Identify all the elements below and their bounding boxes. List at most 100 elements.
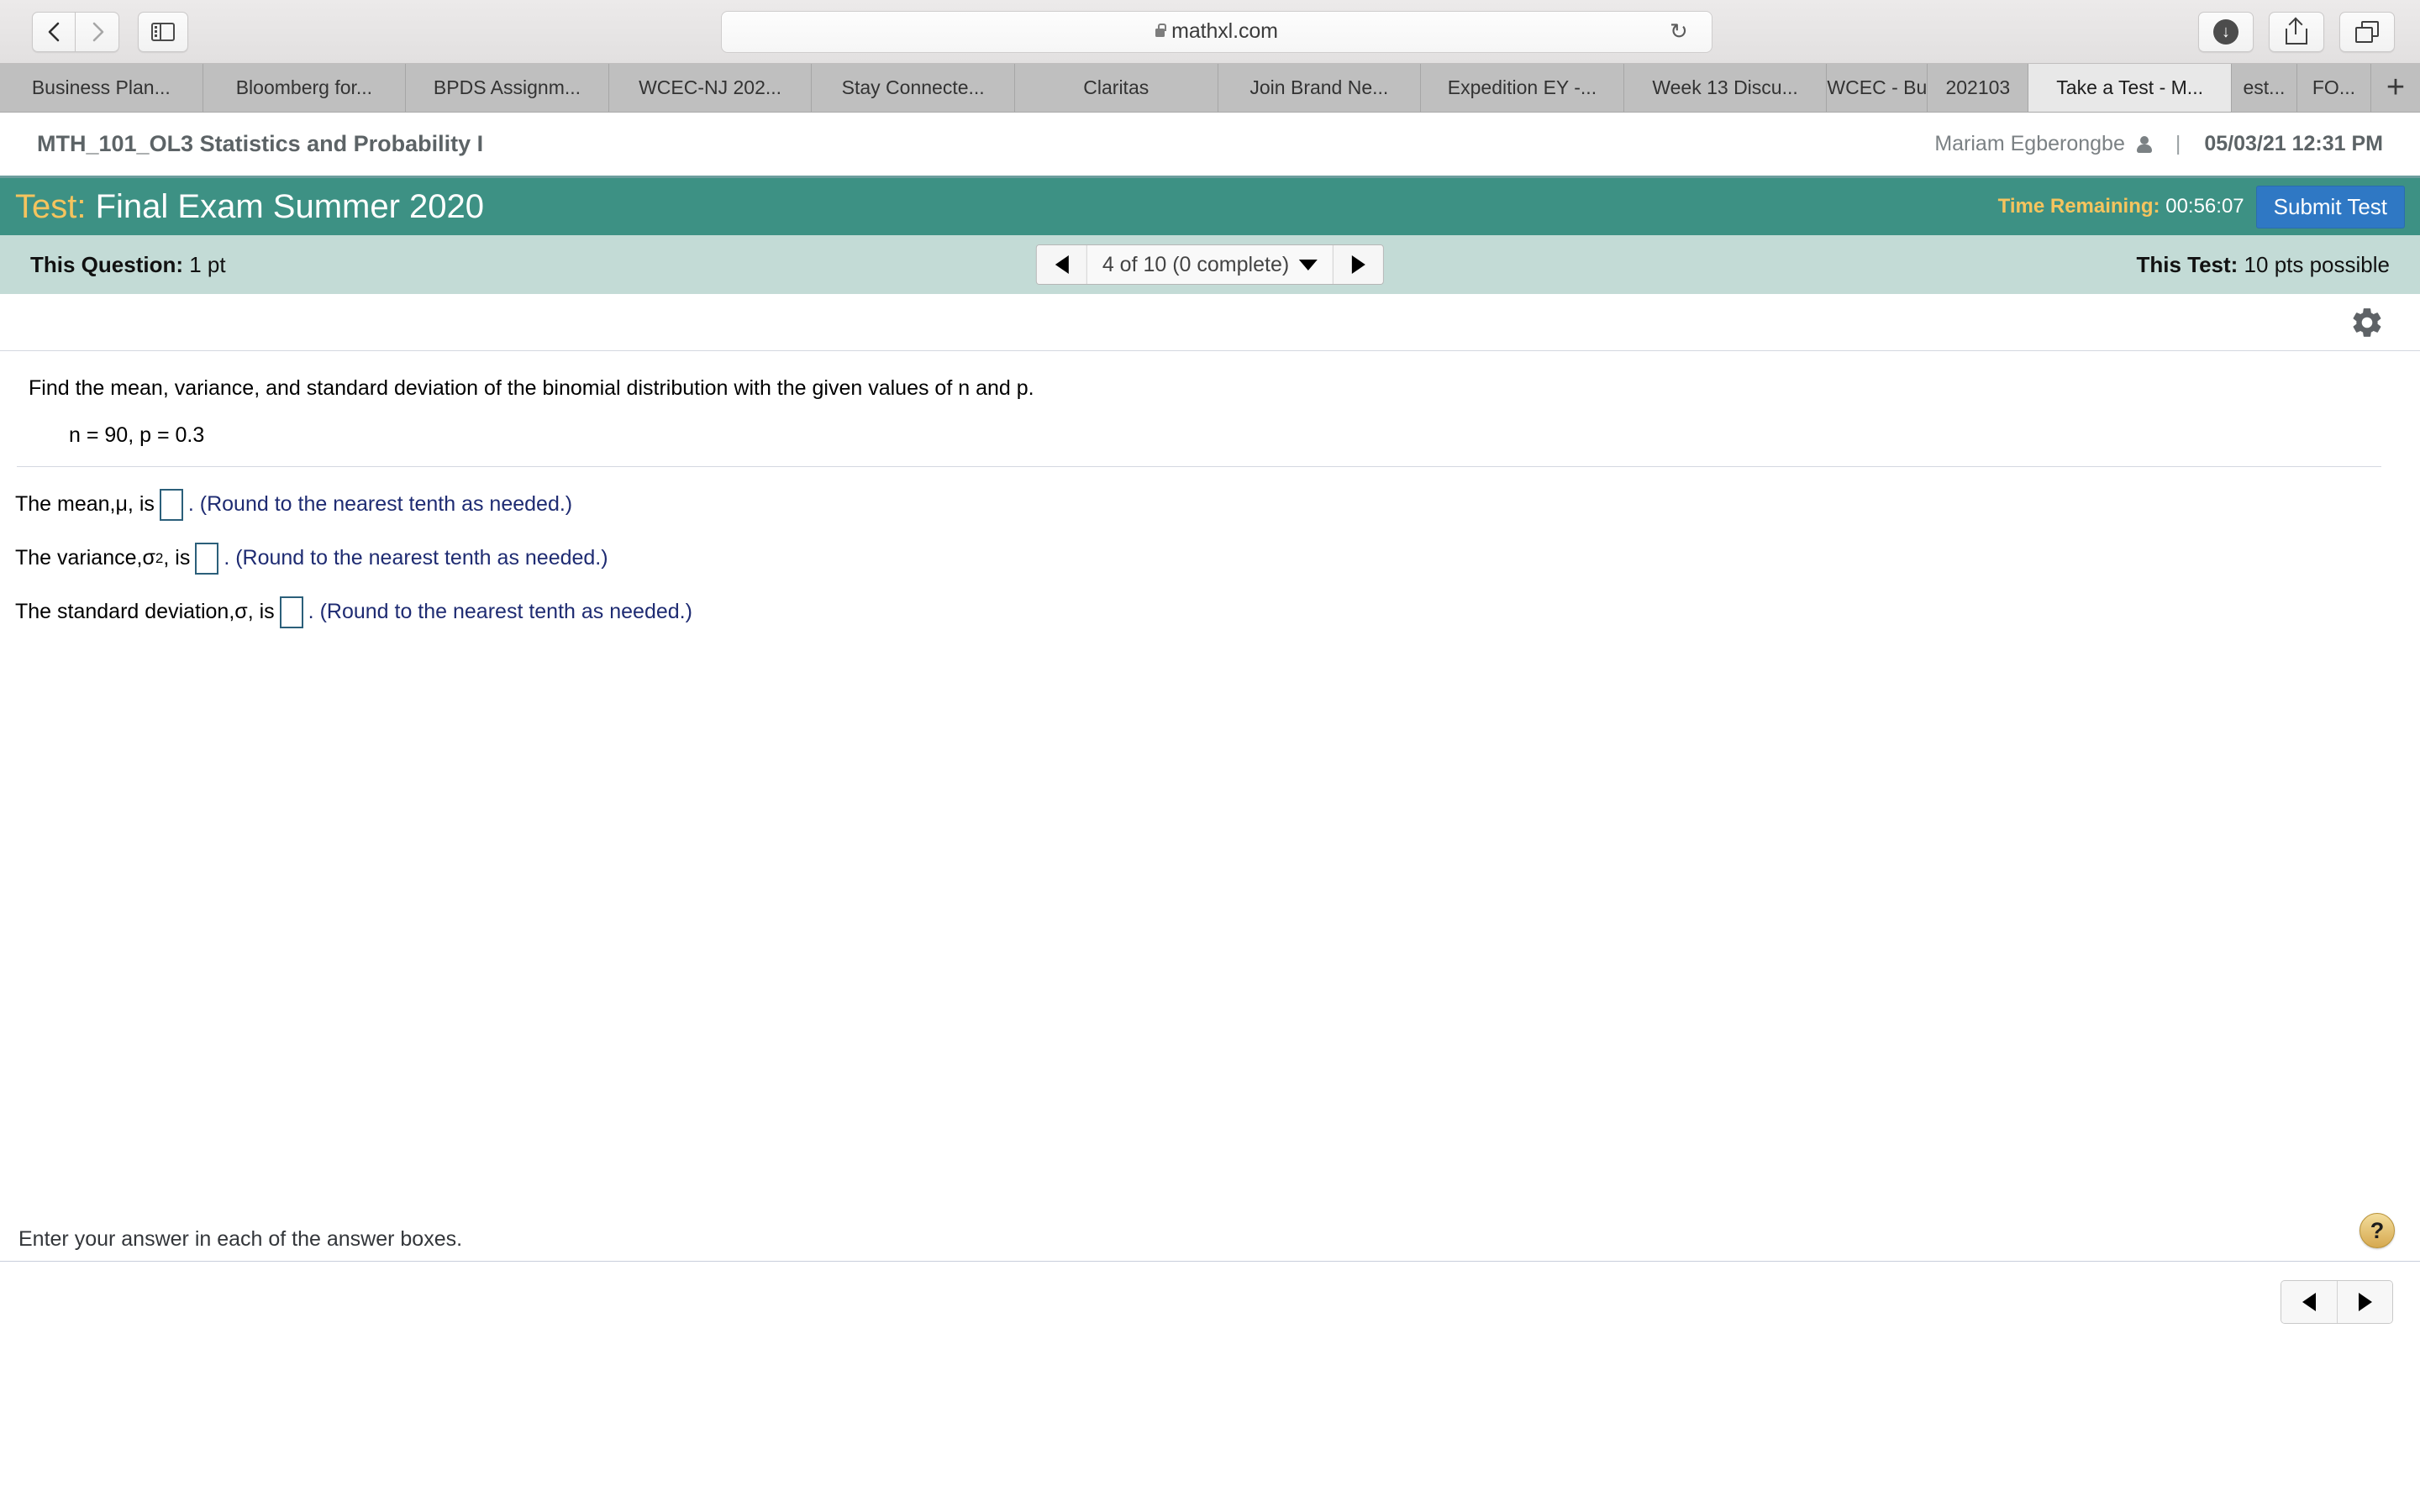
browser-tab[interactable]: BPDS Assignm... (406, 64, 609, 112)
time-remaining-label: Time Remaining: (1997, 195, 2160, 218)
question-content: Find the mean, variance, and standard de… (0, 351, 2420, 1342)
browser-tab[interactable]: WCEC-NJ 202... (609, 64, 813, 112)
back-button[interactable] (32, 11, 76, 52)
test-name: Final Exam Summer 2020 (95, 187, 485, 225)
answer-lead-post: , is (247, 600, 275, 624)
browser-tab[interactable]: Week 13 Discu... (1624, 64, 1828, 112)
browser-tab[interactable]: Expedition EY -... (1421, 64, 1624, 112)
test-points: This Test: 10 pts possible (2136, 252, 2390, 278)
footer-divider (0, 1261, 2420, 1262)
question-points-value: 1 pt (189, 251, 226, 277)
browser-tab-strip: Business Plan... Bloomberg for... BPDS A… (0, 64, 2420, 113)
pager-label: 4 of 10 (0 complete) (1102, 252, 1290, 276)
sidebar-toggle-icon (151, 22, 175, 41)
browser-tab[interactable]: Business Plan... (0, 64, 203, 112)
header-user-area: Mariam Egberongbe | 05/03/21 12:31 PM (1934, 132, 2383, 156)
footer-pager (2281, 1280, 2393, 1324)
answer-hint: . (Round to the nearest tenth as needed.… (308, 600, 692, 624)
answer-lead-pre: The mean, (15, 492, 116, 517)
question-prompt: Find the mean, variance, and standard de… (29, 376, 1034, 400)
time-remaining-value: 00:56:07 (2165, 195, 2244, 218)
forward-button[interactable] (76, 11, 119, 52)
answer-symbol: μ (115, 492, 128, 517)
browser-tab[interactable]: Claritas (1015, 64, 1218, 112)
lock-icon (1155, 24, 1166, 37)
reload-icon[interactable]: ↻ (1670, 20, 1690, 42)
user-name: Mariam Egberongbe (1934, 132, 2125, 155)
browser-tab[interactable]: Join Brand Ne... (1218, 64, 1422, 112)
help-question-icon[interactable]: ? (2360, 1213, 2395, 1248)
answer-lead-post: , is (127, 492, 155, 517)
address-bar[interactable]: mathxl.com ↻ (721, 10, 1712, 53)
answer-lead-post: , is (163, 546, 191, 570)
question-toolbar (0, 294, 2420, 351)
question-points-label: This Question: (30, 251, 183, 277)
person-icon[interactable] (2136, 135, 2152, 153)
pager-prev-button[interactable] (1036, 245, 1087, 284)
answer-symbol: σ (142, 546, 155, 570)
triangle-left-icon (1055, 255, 1069, 274)
answer-lead-pre: The variance, (15, 546, 143, 570)
answer-symbol: σ (234, 600, 248, 624)
share-icon (2286, 17, 2307, 45)
download-icon: ↓ (2213, 18, 2238, 45)
browser-tab-active[interactable]: Take a Test - M... (2028, 64, 2232, 112)
test-bar-right: Time Remaining: 00:56:07 Submit Test (1998, 178, 2420, 235)
answer-lead-pre: The standard deviation, (15, 600, 235, 624)
tab-overview-button[interactable] (2339, 11, 2395, 52)
browser-tab[interactable]: 202103 (1928, 64, 2029, 112)
browser-toolbar: mathxl.com ↻ ↓ (0, 0, 2420, 64)
answer-input-variance[interactable] (195, 542, 219, 575)
pager-next-button[interactable] (1333, 245, 1384, 284)
answer-row: The mean, μ , is . (Round to the nearest… (15, 488, 2391, 521)
browser-right-tools: ↓ (2183, 11, 2395, 52)
test-title-bar: Test: Final Exam Summer 2020 Time Remain… (0, 178, 2420, 235)
question-pager: 4 of 10 (0 complete) (1035, 244, 1385, 285)
tab-overview-icon (2355, 20, 2379, 43)
browser-tab[interactable]: Bloomberg for... (203, 64, 407, 112)
footer-instruction: Enter your answer in each of the answer … (18, 1227, 463, 1251)
footer-prev-button[interactable] (2281, 1281, 2337, 1323)
sidebar-toggle-button[interactable] (138, 11, 188, 52)
submit-test-button[interactable]: Submit Test (2255, 185, 2405, 228)
pager-dropdown[interactable]: 4 of 10 (0 complete) (1086, 245, 1334, 284)
footer-instruction-area: Enter your answer in each of the answer … (0, 1213, 2420, 1252)
triangle-right-icon (1351, 255, 1365, 274)
address-bar-url: mathxl.com (1171, 19, 1278, 43)
new-tab-button[interactable]: + (2371, 64, 2420, 112)
content-divider (17, 465, 2381, 467)
address-bar-content: mathxl.com (1155, 19, 1278, 44)
test-points-value: 10 pts possible (2244, 251, 2390, 277)
page-header: MTH_101_OL3 Statistics and Probability I… (0, 113, 2420, 178)
footer-next-button[interactable] (2337, 1281, 2392, 1323)
test-keyword: Test: (15, 187, 87, 225)
question-given-values: n = 90, p = 0.3 (69, 423, 205, 447)
browser-tab[interactable]: FO... (2297, 64, 2371, 112)
question-subnav: This Question: 1 pt 4 of 10 (0 complete)… (0, 235, 2420, 294)
chevron-left-icon (48, 22, 60, 41)
triangle-left-icon (2302, 1293, 2316, 1311)
timestamp: 05/03/21 12:31 PM (2204, 132, 2383, 155)
browser-tab[interactable]: Stay Connecte... (812, 64, 1015, 112)
share-button[interactable] (2269, 11, 2324, 52)
answer-input-mean[interactable] (159, 488, 183, 521)
answer-symbol-exponent: 2 (155, 549, 164, 566)
gear-icon[interactable] (2349, 305, 2385, 340)
triangle-down-icon (1299, 259, 1318, 270)
downloads-button[interactable]: ↓ (2198, 11, 2254, 52)
time-remaining: Time Remaining: 00:56:07 (1998, 195, 2244, 218)
chevron-right-icon (92, 22, 103, 41)
course-title: MTH_101_OL3 Statistics and Probability I (37, 131, 484, 156)
answer-row: The standard deviation, σ , is . (Round … (15, 596, 2391, 628)
answer-input-stddev[interactable] (279, 596, 303, 628)
answer-hint: . (Round to the nearest tenth as needed.… (224, 546, 608, 570)
browser-tab[interactable]: WCEC - Bu (1827, 64, 1928, 112)
question-points: This Question: 1 pt (30, 252, 226, 278)
header-separator: | (2175, 132, 2181, 155)
triangle-right-icon (2358, 1293, 2372, 1311)
browser-tab[interactable]: est... (2232, 64, 2297, 112)
answer-row: The variance, σ 2 , is . (Round to the n… (15, 542, 2391, 575)
answer-hint: . (Round to the nearest tenth as needed.… (187, 492, 573, 517)
browser-nav-group (32, 11, 188, 52)
test-title: Test: Final Exam Summer 2020 (15, 188, 484, 226)
